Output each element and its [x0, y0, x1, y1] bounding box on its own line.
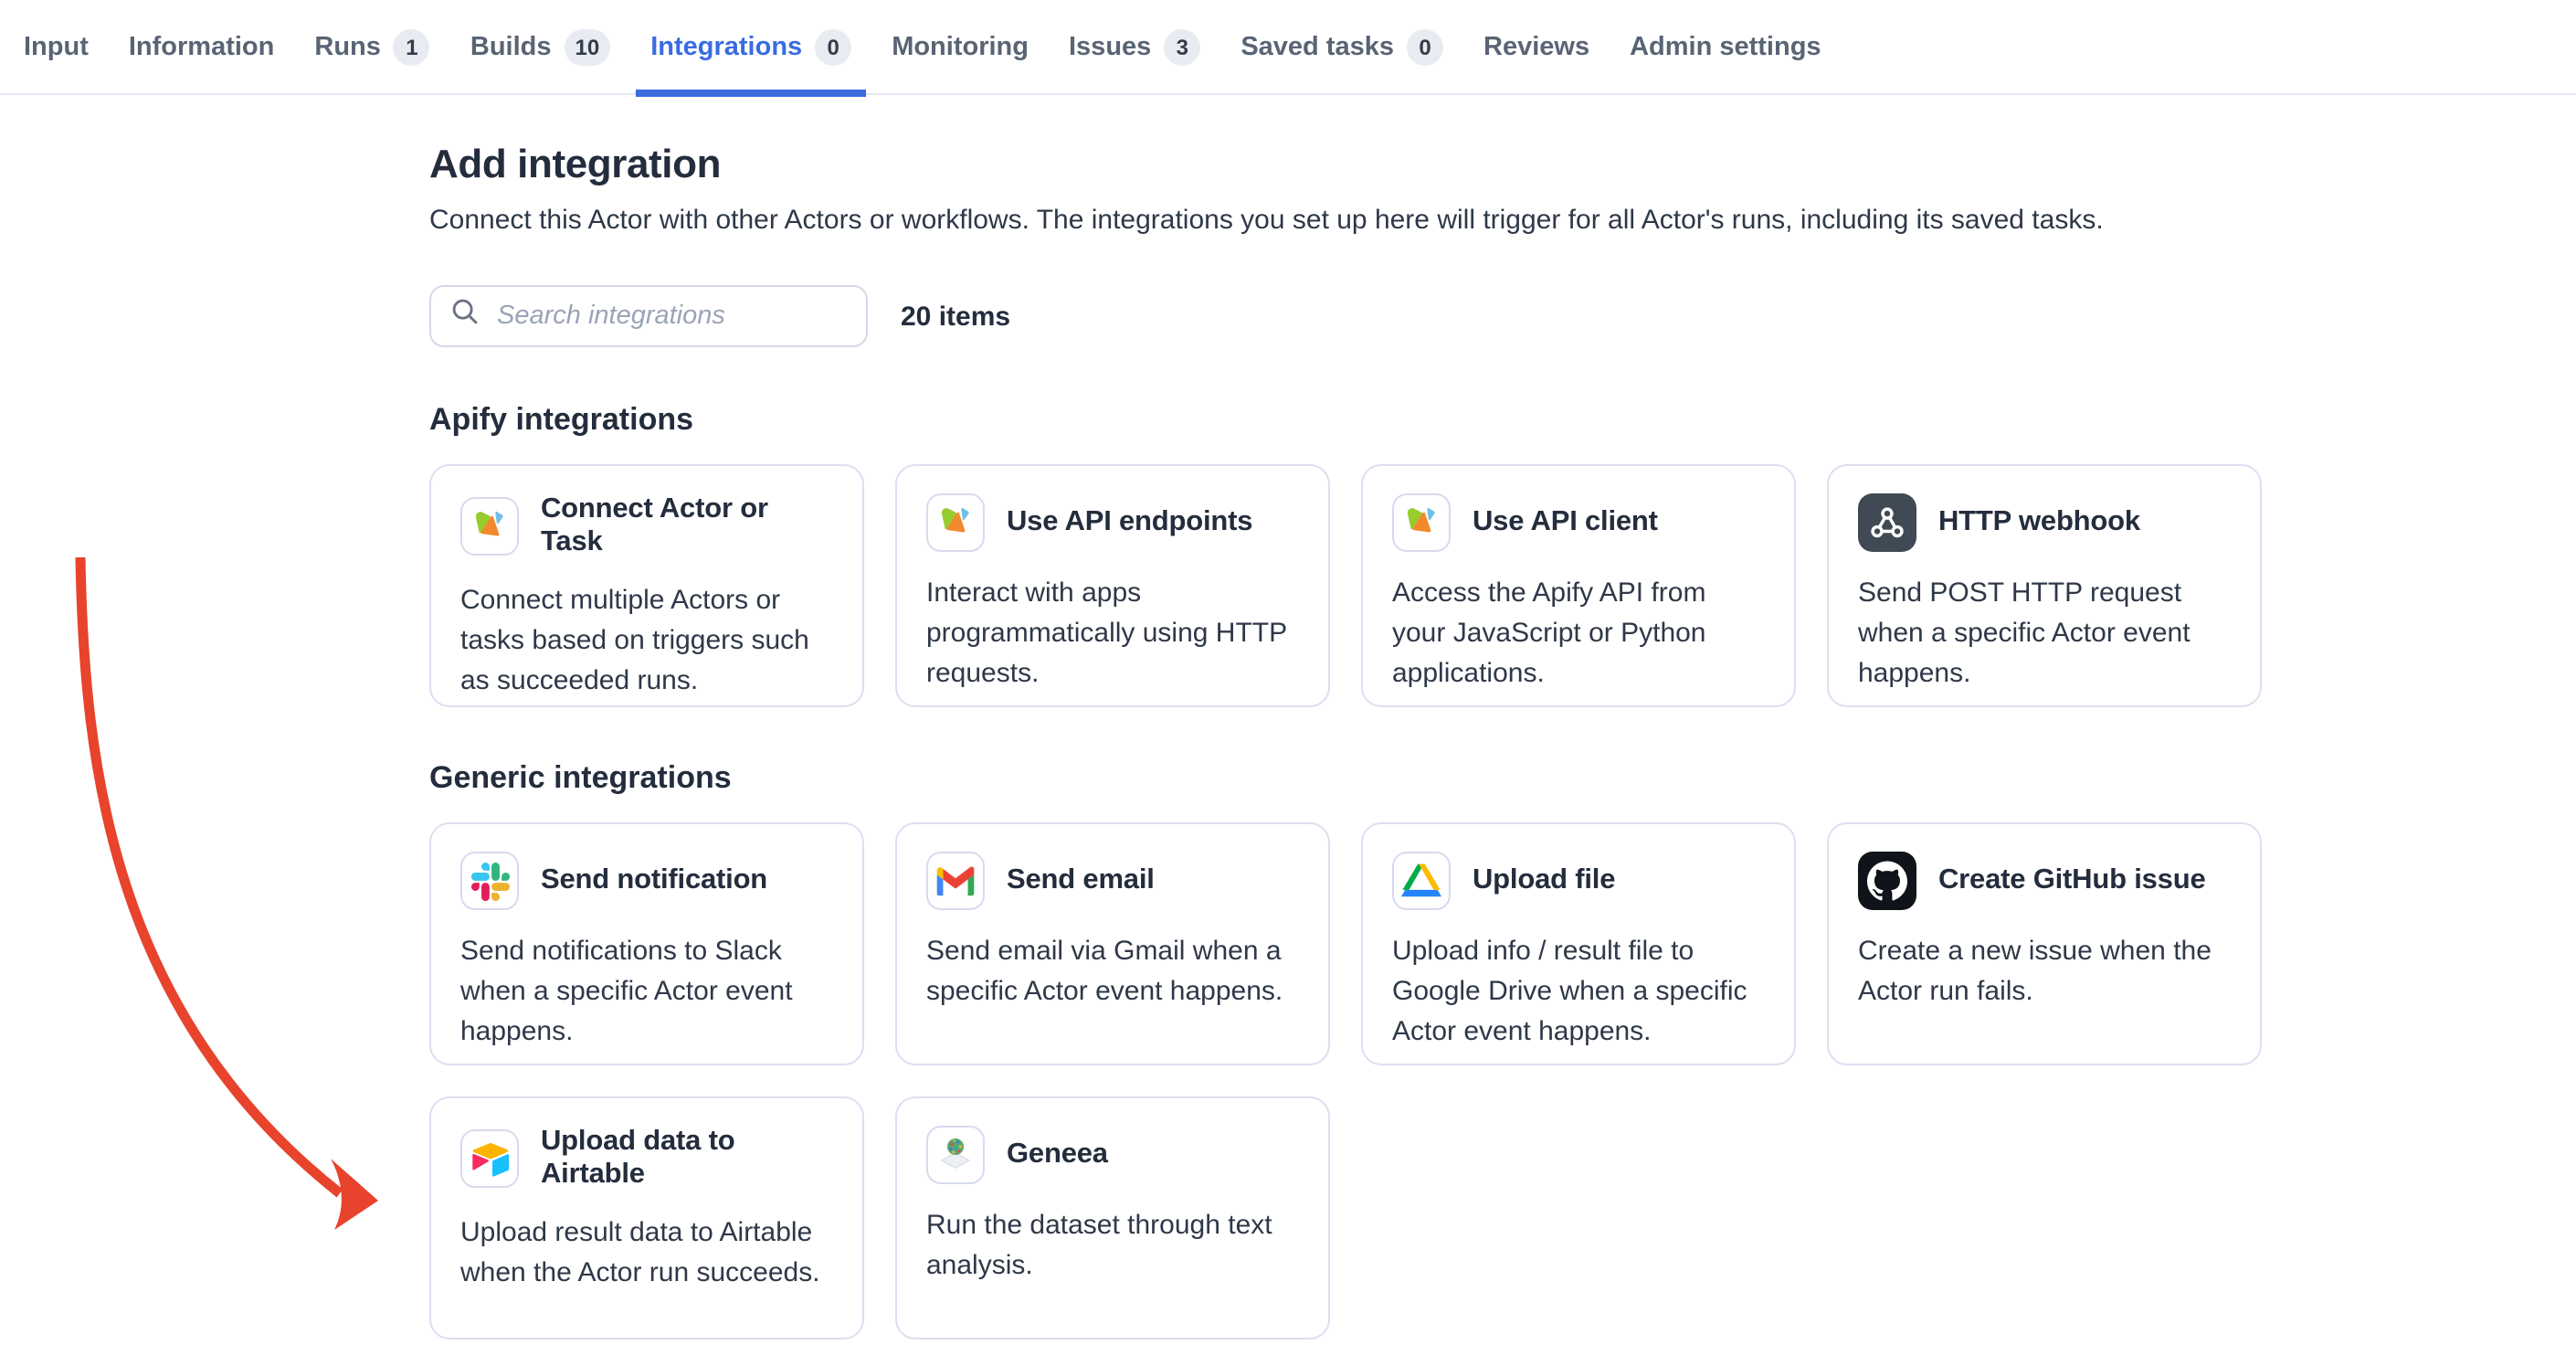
integration-card-upload-file[interactable]: Upload file Upload info / result file to …	[1361, 822, 1796, 1065]
items-count: 20 items	[901, 301, 1010, 332]
card-description: Send POST HTTP request when a specific A…	[1858, 574, 2231, 694]
card-description: Upload info / result file to Google Driv…	[1392, 932, 1765, 1053]
tab-bar: Input Information Runs 1 Builds 10 Integration…	[0, 0, 2576, 95]
tab-builds[interactable]: Builds 10	[450, 0, 630, 93]
integration-card-send-email[interactable]: Send email Send email via Gmail when a sp…	[895, 822, 1330, 1065]
tab-saved-tasks[interactable]: Saved tasks 0	[1220, 0, 1463, 93]
card-description: Connect multiple Actors or tasks based o…	[460, 581, 833, 702]
card-title: Upload data to Airtable	[541, 1126, 833, 1191]
card-description: Upload result data to Airtable when the …	[460, 1213, 833, 1294]
tab-label: Input	[24, 32, 89, 61]
integration-card-upload-data-to-airtable[interactable]: Upload data to Airtable Upload result dat…	[429, 1096, 864, 1340]
page-title: Add integration	[429, 141, 2576, 188]
tab-label: Runs	[314, 32, 381, 61]
integration-sections: Apify integrationsConnect Actor or TaskC…	[429, 402, 2576, 1340]
github-icon	[1858, 852, 1916, 910]
webhook-icon	[1858, 493, 1916, 552]
card-header: Send notification	[460, 852, 833, 910]
card-header: Use API endpoints	[926, 493, 1299, 552]
tab-badge: 1	[394, 28, 430, 65]
card-title: Send notification	[541, 864, 767, 897]
card-header: Connect Actor or Task	[460, 493, 833, 559]
integration-card-use-api-client[interactable]: Use API client Access the Apify API from …	[1361, 464, 1796, 707]
tab-issues[interactable]: Issues 3	[1049, 0, 1220, 93]
card-grid: Connect Actor or Task Connect multiple Ac…	[429, 464, 2576, 707]
integration-card-geneea[interactable]: Geneea Run the dataset through text analy…	[895, 1096, 1330, 1340]
slack-icon	[460, 852, 519, 910]
tab-badge: 0	[815, 28, 851, 65]
tab-label: Admin settings	[1630, 32, 1821, 61]
integration-card-send-notification[interactable]: Send notification Send notifications to S…	[429, 822, 864, 1065]
gdrive-icon	[1392, 852, 1451, 910]
card-description: Send email via Gmail when a specific Act…	[926, 932, 1299, 1012]
tab-label: Monitoring	[892, 32, 1029, 61]
tab-badge: 10	[565, 28, 611, 65]
card-description: Access the Apify API from your JavaScrip…	[1392, 574, 1765, 694]
card-description: Send notifications to Slack when a speci…	[460, 932, 833, 1053]
tab-label: Issues	[1069, 32, 1151, 61]
tab-label: Saved tasks	[1240, 32, 1394, 61]
card-header: Use API client	[1392, 493, 1765, 552]
tab-reviews[interactable]: Reviews	[1463, 0, 1610, 93]
airtable-icon	[460, 1129, 519, 1188]
card-title: Upload file	[1473, 864, 1615, 897]
card-description: Run the dataset through text analysis.	[926, 1206, 1299, 1287]
tab-badge: 3	[1164, 28, 1200, 65]
tab-label: Builds	[470, 32, 552, 61]
geneea-icon	[926, 1126, 985, 1184]
card-title: Use API client	[1473, 506, 1658, 539]
page: Input Information Runs 1 Builds 10 Integration…	[0, 0, 2576, 1345]
card-header: Geneea	[926, 1126, 1299, 1184]
card-title: Geneea	[1007, 1138, 1108, 1171]
card-header: Upload data to Airtable	[460, 1126, 833, 1191]
card-title: HTTP webhook	[1938, 506, 2140, 539]
section-heading: Generic integrations	[429, 760, 2576, 797]
main-content: Add integration Connect this Actor with …	[0, 95, 2576, 1340]
card-grid: Send notification Send notifications to S…	[429, 822, 2576, 1340]
tab-label: Information	[129, 32, 275, 61]
card-description: Interact with apps programmatically usin…	[926, 574, 1299, 694]
tab-information[interactable]: Information	[109, 0, 295, 93]
section-generic-integrations: Generic integrationsSend notificationSen…	[429, 760, 2576, 1340]
card-description: Create a new issue when the Actor run fa…	[1858, 932, 2231, 1012]
tab-admin-settings[interactable]: Admin settings	[1610, 0, 1841, 93]
apify-icon	[460, 497, 519, 556]
tab-label: Reviews	[1483, 32, 1589, 61]
tab-input[interactable]: Input	[4, 0, 109, 93]
card-header: Upload file	[1392, 852, 1765, 910]
tab-badge: 0	[1407, 28, 1443, 65]
integration-card-http-webhook[interactable]: HTTP webhook Send POST HTTP request when …	[1827, 464, 2262, 707]
card-title: Connect Actor or Task	[541, 493, 833, 559]
apify-icon	[1392, 493, 1451, 552]
search-row: 20 items	[429, 285, 2576, 347]
gmail-icon	[926, 852, 985, 910]
page-subtitle: Connect this Actor with other Actors or …	[429, 205, 2576, 236]
search-input[interactable]	[493, 300, 848, 333]
section-heading: Apify integrations	[429, 402, 2576, 439]
tab-label: Integrations	[650, 32, 802, 61]
search-box[interactable]	[429, 285, 868, 347]
card-title: Create GitHub issue	[1938, 864, 2206, 897]
card-title: Send email	[1007, 864, 1155, 897]
section-apify-integrations: Apify integrationsConnect Actor or TaskC…	[429, 402, 2576, 707]
integration-card-connect-actor-or-task[interactable]: Connect Actor or Task Connect multiple Ac…	[429, 464, 864, 707]
integration-card-create-github-issue[interactable]: Create GitHub issue Create a new issue wh…	[1827, 822, 2262, 1065]
tab-integrations[interactable]: Integrations 0	[630, 0, 871, 93]
tab-runs[interactable]: Runs 1	[294, 0, 450, 93]
tab-monitoring[interactable]: Monitoring	[871, 0, 1049, 93]
integration-card-use-api-endpoints[interactable]: Use API endpoints Interact with apps prog…	[895, 464, 1330, 707]
card-header: HTTP webhook	[1858, 493, 2231, 552]
card-header: Create GitHub issue	[1858, 852, 2231, 910]
search-icon	[449, 296, 480, 336]
apify-icon	[926, 493, 985, 552]
card-title: Use API endpoints	[1007, 506, 1252, 539]
card-header: Send email	[926, 852, 1299, 910]
